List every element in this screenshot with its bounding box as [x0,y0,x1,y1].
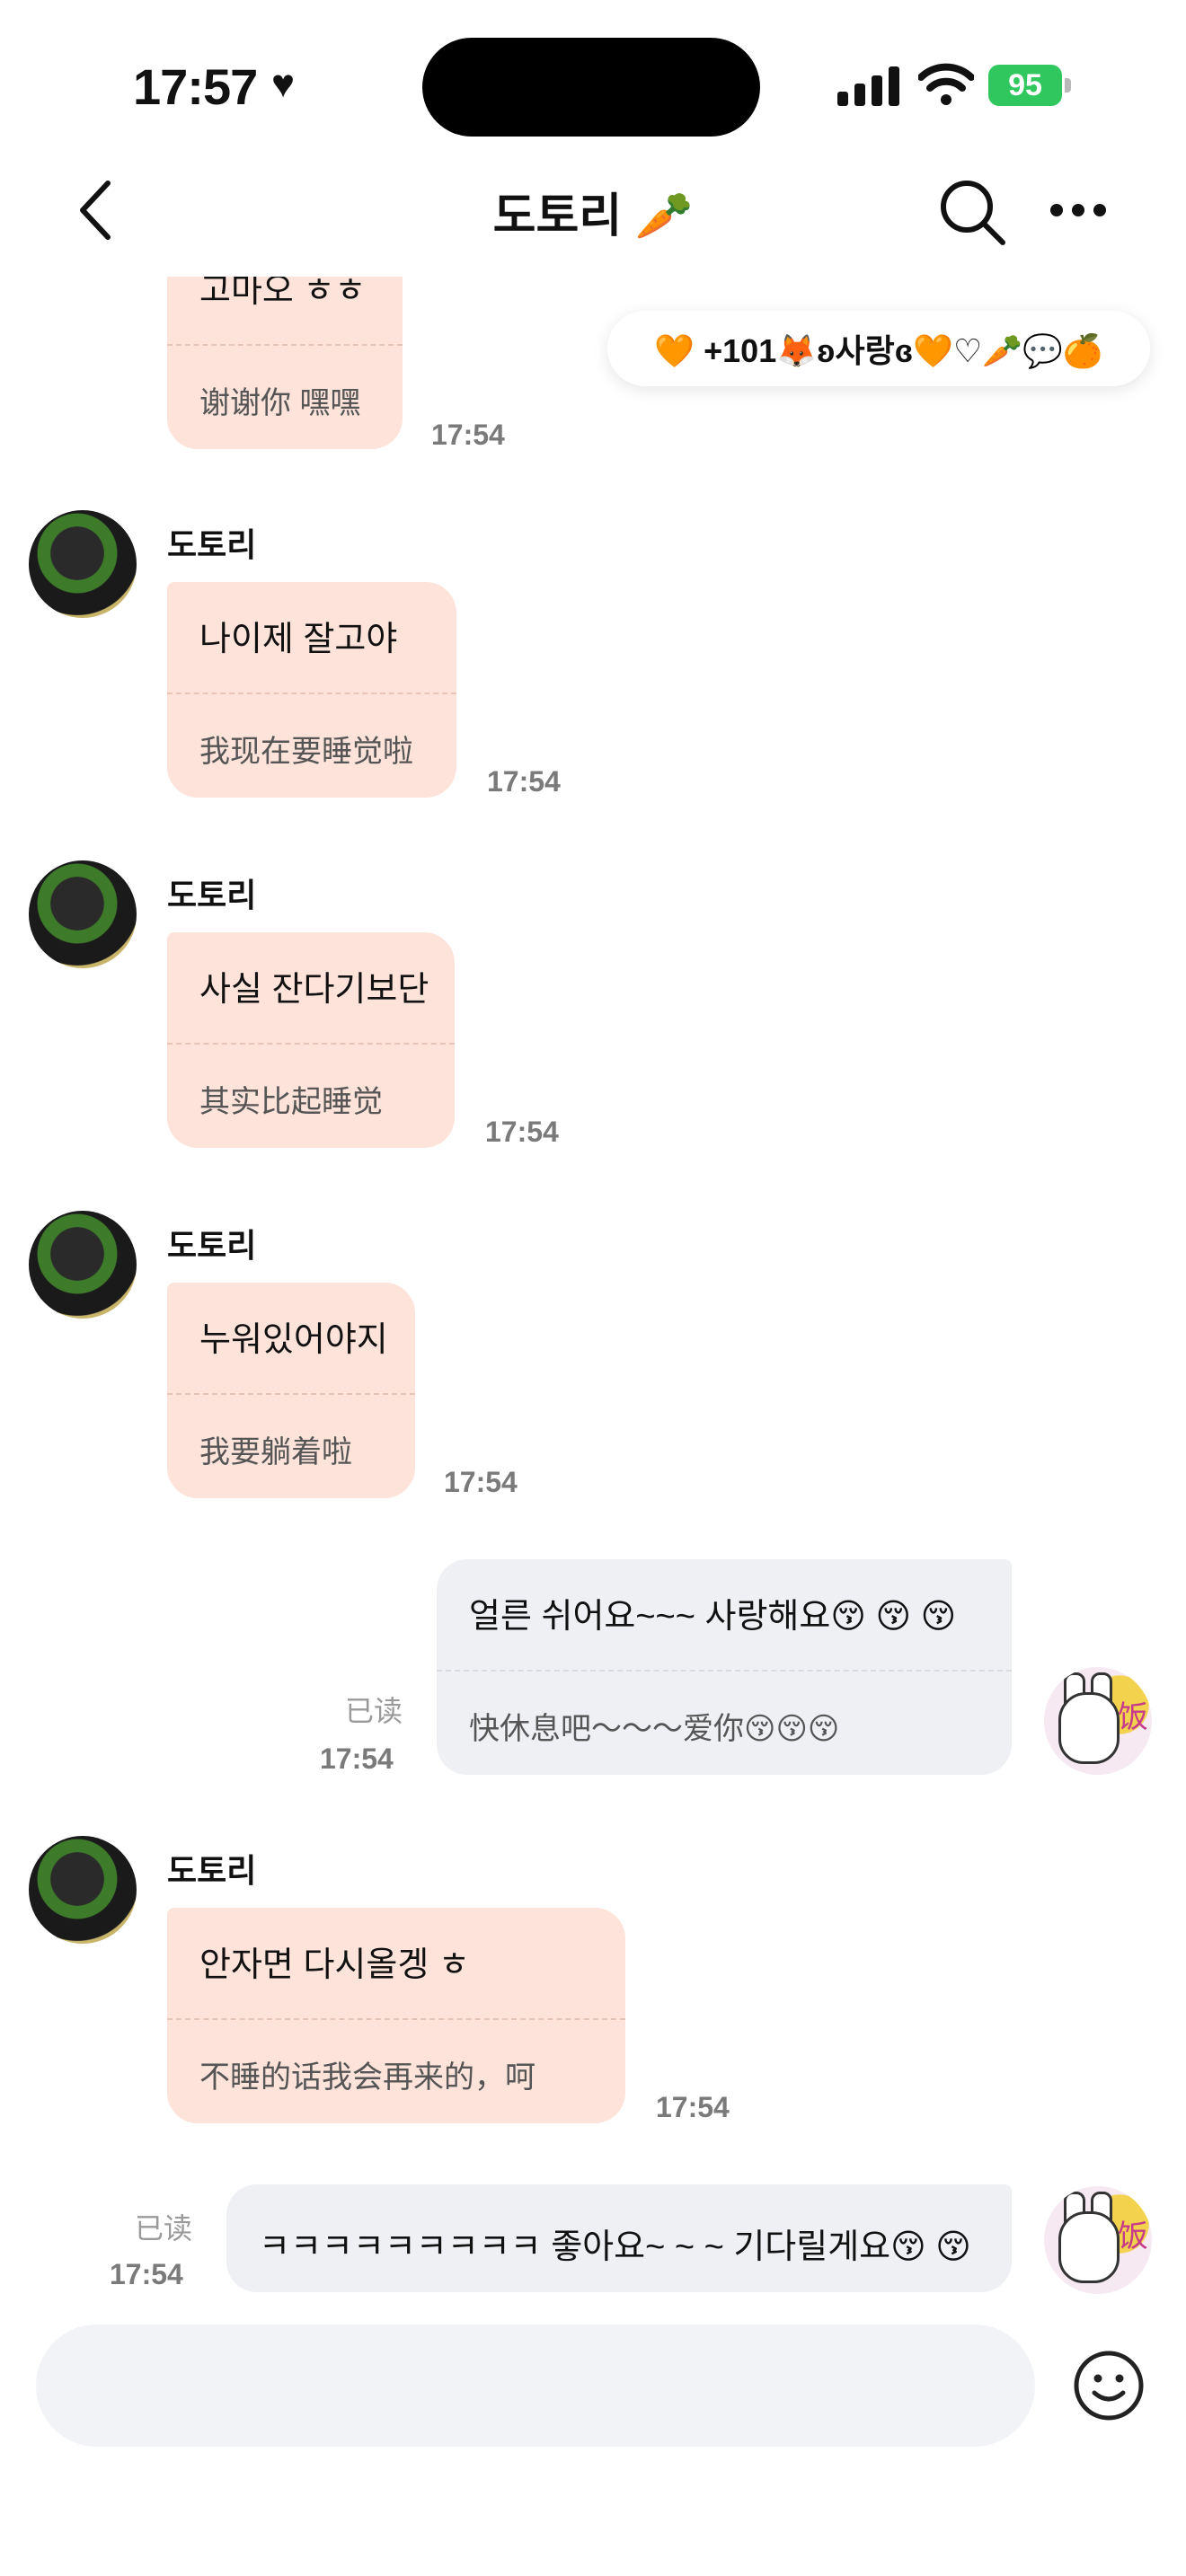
avatar[interactable] [29,1836,137,1944]
status-time: 17:57 [133,58,258,115]
read-receipt: 已读 [135,2212,193,2245]
partial-message-clip: 고마오 ㅎㅎ 谢谢你 嘿嘿 [167,277,403,449]
avatar-face [1058,2211,1120,2283]
message-text-korean: 얼른 쉬어요~~~ 사랑해요😚 😚 😚 [469,1598,957,1636]
message-time: 17:54 [444,1466,518,1498]
sender-name: 도토리 [167,526,257,563]
sender-name: 도토리 [167,1227,257,1264]
message-time: 17:54 [431,419,505,451]
chat-title: 도토리 🥕 [492,190,694,243]
reaction-pill[interactable]: 🧡 +101🦊ʚ사랑ɞ🧡♡🥕💬🍊 [607,311,1150,386]
message-text-chinese: 其实比起睡觉 [199,1085,383,1119]
message-input[interactable] [36,2325,1035,2447]
message-bubble[interactable]: 고마오 ㅎㅎ 谢谢你 嘿嘿 [167,277,403,449]
cellular-signal-icon [837,66,899,106]
message-text-korean: 고마오 ㅎㅎ [199,277,367,310]
message-time: 17:54 [485,1116,559,1148]
message-time: 17:54 [320,1742,394,1775]
message-bubble[interactable]: 안자면 다시올겡 ㅎ 不睡的话我会再来的，呵 [167,1908,625,2123]
message-text-chinese: 我现在要睡觉啦 [199,735,413,769]
avatar-glyph: 饭 [1118,1699,1148,1735]
message-text: ㅋㅋㅋㅋㅋㅋㅋㅋㅋ 좋아요~ ~ ~ 기다릴게요😚 😚 [259,2228,971,2266]
message-text-chinese: 不睡的话我会再来的，呵 [199,2060,535,2095]
message-time: 17:54 [487,765,561,798]
more-options-icon[interactable] [1049,203,1107,217]
message-bubble[interactable]: 누워있어야지 我要躺着啦 [167,1283,415,1498]
my-avatar[interactable]: 饭 [1044,2186,1152,2294]
wifi-icon [918,63,974,105]
dynamic-island [422,38,760,137]
avatar[interactable] [29,1211,137,1319]
message-bubble[interactable]: ㅋㅋㅋㅋㅋㅋㅋㅋㅋ 좋아요~ ~ ~ 기다릴게요😚 😚 [226,2184,1012,2292]
sender-name: 도토리 [167,877,257,913]
message-time: 17:54 [110,2258,183,2290]
message-bubble[interactable]: 얼른 쉬어요~~~ 사랑해요😚 😚 😚 快休息吧～～～爱你😚😚😚 [437,1559,1012,1775]
emoji-icon[interactable] [1073,2350,1145,2422]
message-text-korean: 누워있어야지 [199,1321,388,1359]
message-text-chinese: 谢谢你 嘿嘿 [199,386,361,420]
battery-level: 95 [988,65,1062,106]
message-text-korean: 사실 잔다기보단 [199,971,429,1009]
message-text-korean: 나이제 잘고야 [199,621,398,658]
heart-icon: ♥ [271,62,296,106]
search-icon[interactable] [938,178,1006,246]
message-bubble[interactable]: 나이제 잘고야 我现在要睡觉啦 [167,582,456,798]
battery-tip [1065,78,1071,93]
message-time: 17:54 [656,2091,730,2123]
message-bubble[interactable]: 사실 잔다기보단 其实比起睡觉 [167,932,455,1148]
message-text-chinese: 我要躺着啦 [199,1435,352,1469]
avatar-glyph: 饭 [1118,2219,1148,2254]
my-avatar[interactable]: 饭 [1044,1667,1152,1775]
avatar-face [1058,1692,1120,1764]
avatar[interactable] [29,860,137,968]
battery-indicator: 95 [988,65,1073,106]
message-text-korean: 안자면 다시올겡 ㅎ [199,1946,470,1984]
sender-name: 도토리 [167,1852,257,1889]
read-receipt: 已读 [345,1695,403,1727]
message-text-chinese: 快休息吧～～～爱你😚😚😚 [469,1712,840,1746]
avatar[interactable] [29,510,137,618]
